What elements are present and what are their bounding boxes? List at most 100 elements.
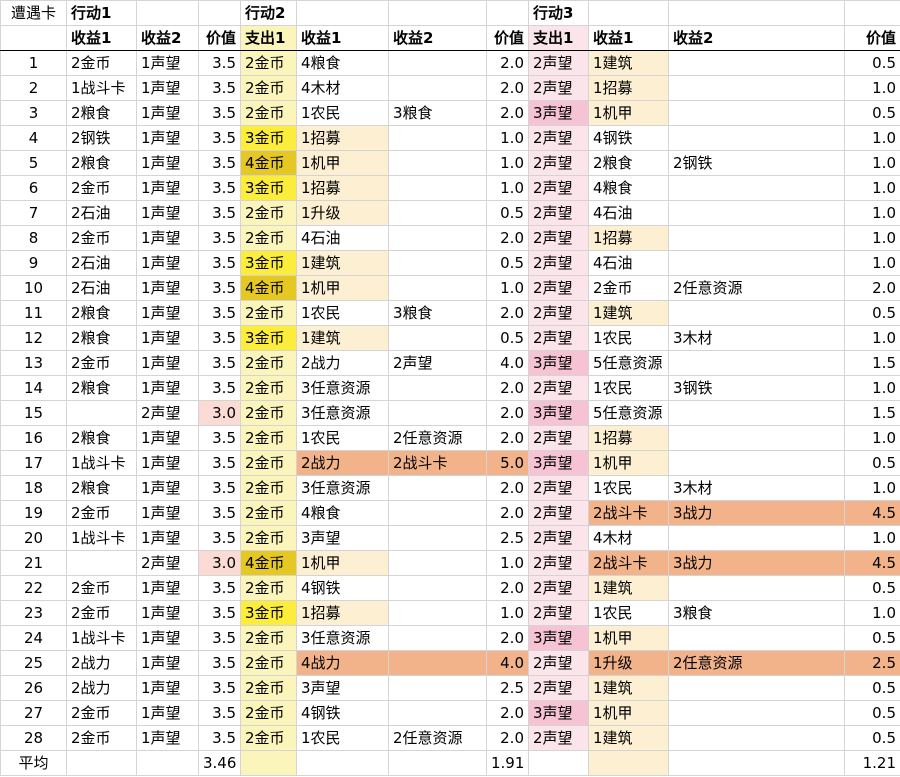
value-cell: 3.5 xyxy=(198,475,241,501)
table-cell: 2金币 xyxy=(240,75,297,101)
table-cell: 2金币 xyxy=(240,225,297,251)
table-cell xyxy=(528,750,589,776)
row-number: 26 xyxy=(0,675,67,701)
value-cell: 3.5 xyxy=(198,250,241,276)
action-header xyxy=(198,0,241,26)
column-header: 收益2 xyxy=(668,25,845,51)
action-header xyxy=(296,0,389,26)
table-row: 26 2战力 1声望 3.5 2金币 3声望 2.5 2声望 1建筑 0.5 xyxy=(0,675,900,701)
table-cell: 1声望 xyxy=(136,200,199,226)
table-cell: 2战斗卡 xyxy=(588,500,669,526)
value-cell: 0.5 xyxy=(844,675,900,701)
value-cell: 3.5 xyxy=(198,150,241,176)
table-cell: 2钢铁 xyxy=(668,150,845,176)
table-cell: 1招募 xyxy=(588,75,669,101)
table-row: 2 1战斗卡 1声望 3.5 2金币 4木材 2.0 2声望 1招募 1.0 xyxy=(0,75,900,101)
table-row: 16 2粮食 1声望 3.5 2金币 1农民 2任意资源 2.0 2声望 1招募 1.0 xyxy=(0,425,900,451)
table-cell: 2战力 xyxy=(66,675,137,701)
value-cell: 1.5 xyxy=(844,400,900,426)
table-cell xyxy=(388,75,487,101)
value-cell: 3.5 xyxy=(198,125,241,151)
row-number: 19 xyxy=(0,500,67,526)
table-cell: 2金币 xyxy=(66,700,137,726)
table-cell: 2金币 xyxy=(240,575,297,601)
value-cell: 3.5 xyxy=(198,175,241,201)
table-row: 11 2粮食 1声望 3.5 2金币 1农民 3粮食 2.0 2声望 1建筑 0.5 xyxy=(0,300,900,326)
table-cell: 1声望 xyxy=(136,300,199,326)
row-number: 12 xyxy=(0,325,67,351)
table-cell: 1声望 xyxy=(136,375,199,401)
table-cell: 1声望 xyxy=(136,125,199,151)
table-cell: 4石油 xyxy=(588,250,669,276)
value-cell: 1.5 xyxy=(844,350,900,376)
value-cell: 2.0 xyxy=(486,400,529,426)
value-cell: 0.5 xyxy=(486,325,529,351)
value-cell: 2.0 xyxy=(486,500,529,526)
table-cell: 4石油 xyxy=(296,225,389,251)
table-cell xyxy=(388,225,487,251)
action-header xyxy=(136,0,199,26)
table-cell: 3声望 xyxy=(528,350,589,376)
table-cell: 2粮食 xyxy=(66,100,137,126)
value-cell: 2.5 xyxy=(486,525,529,551)
action-header: 行动3 xyxy=(528,0,589,26)
table-cell xyxy=(388,150,487,176)
value-cell: 1.0 xyxy=(486,600,529,626)
table-cell: 2声望 xyxy=(528,325,589,351)
row-number: 2 xyxy=(0,75,67,101)
column-header: 收益1 xyxy=(588,25,669,51)
table-cell: 2任意资源 xyxy=(668,275,845,301)
value-cell: 3.5 xyxy=(198,50,241,76)
table-cell: 1声望 xyxy=(136,650,199,676)
table-cell: 1声望 xyxy=(136,425,199,451)
value-cell: 2.0 xyxy=(486,75,529,101)
table-cell: 2金币 xyxy=(240,525,297,551)
average-row: 平均 3.46 1.91 1.21 xyxy=(0,750,900,776)
table-cell: 1声望 xyxy=(136,275,199,301)
table-cell xyxy=(388,475,487,501)
row-number: 9 xyxy=(0,250,67,276)
table-cell: 2石油 xyxy=(66,250,137,276)
encounter-card-header: 遭遇卡 xyxy=(0,0,67,26)
value-cell: 2.0 xyxy=(486,375,529,401)
table-cell xyxy=(388,125,487,151)
value-cell: 0.5 xyxy=(486,200,529,226)
table-row: 6 2金币 1声望 3.5 3金币 1招募 1.0 2声望 4粮食 1.0 xyxy=(0,175,900,201)
table-cell: 2声望 xyxy=(528,75,589,101)
table-cell xyxy=(668,300,845,326)
table-row: 25 2战力 1声望 3.5 2金币 4战力 4.0 2声望 1升级 2任意资源 2.5 xyxy=(0,650,900,676)
table-cell: 3木材 xyxy=(668,475,845,501)
value-cell: 1.0 xyxy=(844,475,900,501)
table-cell: 3金币 xyxy=(240,325,297,351)
table-cell: 2声望 xyxy=(528,475,589,501)
table-cell: 2声望 xyxy=(528,200,589,226)
value-cell: 3.5 xyxy=(198,525,241,551)
value-cell: 2.5 xyxy=(844,650,900,676)
value-cell: 3.5 xyxy=(198,100,241,126)
value-cell: 3.5 xyxy=(198,325,241,351)
table-cell: 2声望 xyxy=(528,50,589,76)
value-cell: 2.0 xyxy=(844,275,900,301)
value-cell: 3.0 xyxy=(198,550,241,576)
table-cell xyxy=(388,275,487,301)
table-cell: 1升级 xyxy=(588,650,669,676)
row-number: 17 xyxy=(0,450,67,476)
table-cell: 1招募 xyxy=(588,225,669,251)
table-cell: 2声望 xyxy=(528,250,589,276)
table-cell: 2战力 xyxy=(296,450,389,476)
table-cell: 1机甲 xyxy=(296,550,389,576)
table-cell xyxy=(668,725,845,751)
table-cell: 3粮食 xyxy=(668,600,845,626)
table-cell: 2任意资源 xyxy=(668,650,845,676)
row-number: 25 xyxy=(0,650,67,676)
value-cell: 3.5 xyxy=(198,625,241,651)
table-cell: 2金币 xyxy=(240,500,297,526)
value-cell: 3.5 xyxy=(198,700,241,726)
table-cell: 1招募 xyxy=(296,175,389,201)
value-cell: 3.5 xyxy=(198,425,241,451)
row-number: 10 xyxy=(0,275,67,301)
table-cell: 3声望 xyxy=(528,700,589,726)
row-number: 27 xyxy=(0,700,67,726)
table-cell xyxy=(388,50,487,76)
table-cell: 1建筑 xyxy=(296,325,389,351)
